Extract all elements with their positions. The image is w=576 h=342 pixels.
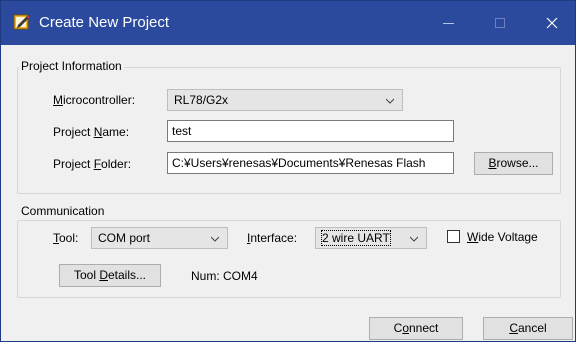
minimize-button[interactable]	[425, 1, 471, 45]
interface-label: Interface:	[247, 231, 298, 245]
wide-voltage-label[interactable]: Wide Voltage	[467, 230, 538, 244]
browse-button[interactable]: Browse...	[474, 152, 553, 175]
com-port-number: Num: COM4	[191, 269, 258, 283]
project-folder-input[interactable]: C:¥Users¥renesas¥Documents¥Renesas Flash	[167, 152, 454, 174]
connect-button[interactable]: Connect	[369, 317, 463, 340]
maximize-icon	[495, 18, 505, 28]
create-new-project-dialog: Create New Project Project Information M…	[0, 0, 576, 342]
project-name-label: Project Name:	[53, 125, 130, 139]
communication-title: Communication	[19, 204, 107, 218]
window-title: Create New Project	[39, 14, 170, 31]
cancel-button[interactable]: Cancel	[483, 317, 573, 340]
microcontroller-value: RL78/G2x	[174, 93, 229, 107]
close-icon	[546, 17, 558, 29]
wide-voltage-checkbox[interactable]	[447, 230, 460, 243]
microcontroller-select[interactable]: RL78/G2x	[167, 89, 403, 111]
maximize-button[interactable]	[477, 1, 523, 45]
tool-select[interactable]: COM port	[91, 227, 228, 249]
chevron-down-icon	[386, 98, 394, 104]
close-button[interactable]	[529, 1, 575, 45]
minimize-icon	[442, 22, 454, 24]
interface-value: 2 wire UART	[321, 230, 391, 246]
tool-label: Tool:	[53, 231, 79, 245]
tool-details-button[interactable]: Tool Details...	[59, 264, 161, 287]
project-information-title: Project Information	[19, 59, 124, 73]
chevron-down-icon	[410, 236, 418, 242]
microcontroller-label: Microcontroller:	[53, 93, 136, 107]
chevron-down-icon	[211, 236, 219, 242]
tool-value: COM port	[98, 231, 151, 245]
project-folder-label: Project Folder:	[53, 157, 132, 171]
app-icon	[13, 14, 30, 30]
interface-select[interactable]: 2 wire UART	[315, 227, 427, 249]
project-name-input[interactable]: test	[167, 120, 454, 142]
title-bar[interactable]: Create New Project	[1, 1, 575, 45]
